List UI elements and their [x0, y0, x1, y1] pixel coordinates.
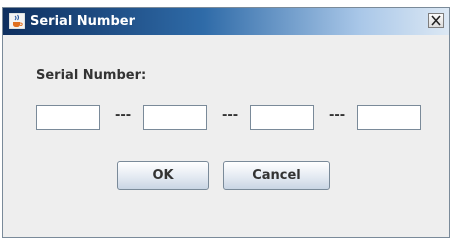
java-cup-icon	[8, 12, 26, 30]
serial-field-1[interactable]	[36, 105, 100, 130]
close-button[interactable]	[428, 13, 444, 28]
serial-field-4[interactable]	[357, 105, 421, 130]
window-title: Serial Number	[30, 14, 136, 29]
ok-button[interactable]: OK	[117, 161, 209, 190]
cancel-button[interactable]: Cancel	[223, 161, 330, 190]
separator-2: ---	[222, 108, 239, 123]
title-bar[interactable]: Serial Number	[3, 8, 449, 35]
serial-field-3[interactable]	[250, 105, 314, 130]
serial-field-2[interactable]	[143, 105, 207, 130]
separator-1: ---	[115, 108, 132, 123]
separator-3: ---	[329, 108, 346, 123]
serial-number-dialog: Serial Number Serial Number: --- --- ---…	[2, 7, 450, 238]
close-icon	[431, 15, 441, 26]
serial-number-label: Serial Number:	[36, 68, 147, 83]
